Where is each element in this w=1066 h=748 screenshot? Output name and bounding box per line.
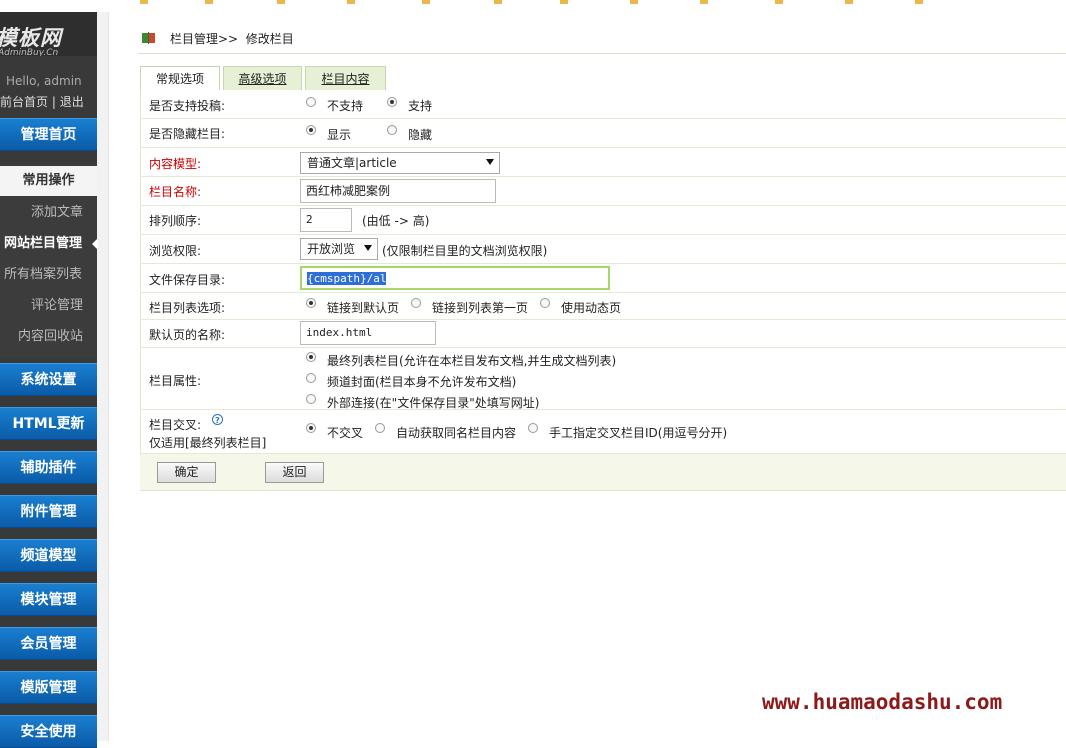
home-link[interactable]: 前台首页 (0, 95, 48, 109)
browse-hint: (仅限制栏目里的文档浏览权限) (382, 244, 548, 258)
submenu-item-all-archives[interactable]: 所有档案列表 (0, 262, 97, 288)
logo: 模板网 AdminBuy.Cn (0, 12, 97, 56)
breadcrumb-parent[interactable]: 栏目管理>> (170, 32, 238, 46)
nav-member-manage[interactable]: 会员管理 (0, 627, 97, 660)
option-hide[interactable]: 隐藏 (408, 126, 432, 143)
row-name: 栏目名称: (140, 177, 1066, 206)
help-icon[interactable]: ? (212, 414, 223, 425)
logout-link[interactable]: 退出 (60, 95, 84, 109)
submenu-item-recycle[interactable]: 内容回收站 (0, 324, 97, 350)
active-arrow-icon (92, 238, 98, 250)
option-external-link[interactable]: 外部连接(在"文件保存目录"处填写网址) (327, 394, 539, 411)
nav-manage-home[interactable]: 管理首页 (0, 118, 97, 151)
label-browse: 浏览权限: (149, 244, 202, 258)
row-hidden: 是否隐藏栏目: (140, 119, 1066, 148)
order-hint: (由低 -> 高) (362, 214, 430, 228)
radio-link-first[interactable] (411, 298, 421, 308)
label-attribute: 栏目属性: (149, 374, 202, 388)
row-model: 内容模型: (140, 148, 1066, 177)
chevron-down-icon (486, 159, 494, 165)
browse-select-value: 开放浏览 (307, 242, 356, 256)
nav-module-manage[interactable]: 模块管理 (0, 583, 97, 616)
radio-manual-cross[interactable] (528, 423, 538, 433)
nav-system-settings[interactable]: 系统设置 (0, 363, 97, 396)
dir-input-selected-text: {cmspath}/al (307, 272, 387, 285)
submenu-heading: 常用操作 (0, 166, 97, 196)
chevron-down-icon (364, 245, 372, 251)
model-select-value: 普通文章|article (307, 156, 397, 170)
nav-attachments[interactable]: 附件管理 (0, 495, 97, 528)
option-auto-cross[interactable]: 自动获取同名栏目内容 (396, 424, 516, 441)
label-order: 排列顺序: (149, 214, 202, 228)
nav-template-manage[interactable]: 模版管理 (0, 671, 97, 704)
radio-dynamic[interactable] (540, 298, 550, 308)
order-input[interactable]: 2 (300, 208, 352, 232)
browse-select[interactable]: 开放浏览 (300, 238, 378, 260)
row-default-page: 默认页的名称: (140, 320, 1066, 348)
option-submit-yes[interactable]: 支持 (408, 97, 432, 114)
option-final-list[interactable]: 最终列表栏目(允许在本栏目发布文档,并生成文档列表) (327, 352, 616, 369)
name-input[interactable]: 西红柿减肥案例 (300, 179, 496, 203)
logo-subtitle: AdminBuy.Cn (0, 48, 59, 56)
option-no-cross[interactable]: 不交叉 (327, 424, 363, 441)
separator: | (51, 95, 56, 109)
option-channel-cover[interactable]: 频道封面(栏目本身不允许发布文档) (327, 373, 516, 390)
back-button[interactable]: 返回 (265, 462, 324, 483)
dir-input[interactable]: {cmspath}/al (300, 266, 610, 290)
option-link-default[interactable]: 链接到默认页 (327, 299, 399, 316)
tab-general[interactable]: 常规选项 (140, 66, 220, 90)
radio-show[interactable] (306, 125, 316, 135)
label-cross: 栏目交叉: (149, 418, 202, 432)
nav-plugins[interactable]: 辅助插件 (0, 451, 97, 484)
label-model: 内容模型: (149, 157, 202, 171)
breadcrumb: 栏目管理>> 修改栏目 (142, 30, 294, 47)
label-hidden: 是否隐藏栏目: (149, 127, 226, 141)
user-links: 前台首页 | 退出 (0, 93, 97, 110)
radio-link-default[interactable] (306, 298, 316, 308)
label-default-page: 默认页的名称: (149, 328, 226, 342)
label-name: 栏目名称: (149, 185, 202, 199)
model-select[interactable]: 普通文章|article (300, 152, 500, 174)
radio-no-cross[interactable] (306, 423, 316, 433)
nav-html-update[interactable]: HTML更新 (0, 407, 97, 440)
radio-channel-cover[interactable] (306, 373, 316, 383)
nav-security[interactable]: 安全使用 (0, 715, 97, 748)
tab-column-content[interactable]: 栏目内容 (305, 66, 386, 90)
option-submit-no[interactable]: 不支持 (327, 97, 363, 114)
breadcrumb-current: 修改栏目 (245, 32, 294, 46)
submenu-item-comments[interactable]: 评论管理 (0, 293, 97, 319)
breadcrumb-divider (138, 53, 1066, 54)
nav-channel-model[interactable]: 频道模型 (0, 539, 97, 572)
label-submit: 是否支持投稿: (149, 99, 226, 113)
submenu-item-add-article[interactable]: 添加文章 (0, 200, 97, 226)
tab-advanced[interactable]: 高级选项 (223, 66, 302, 90)
row-submit: 是否支持投稿: (140, 90, 1066, 119)
top-strip (0, 0, 1066, 12)
option-show[interactable]: 显示 (327, 126, 351, 143)
label-list-options: 栏目列表选项: (149, 301, 226, 315)
radio-submit-no[interactable] (306, 97, 316, 107)
row-order: 排列顺序: (140, 206, 1066, 235)
user-greeting: Hello, admin (6, 74, 82, 88)
sidebar-gutter (97, 12, 109, 741)
book-icon (142, 32, 155, 44)
watermark: www.huamaodashu.com (762, 690, 1003, 714)
row-browse: 浏览权限: (140, 235, 1066, 264)
radio-hide[interactable] (387, 125, 397, 135)
option-link-first[interactable]: 链接到列表第一页 (432, 299, 528, 316)
option-manual-cross[interactable]: 手工指定交叉栏目ID(用逗号分开) (549, 424, 727, 441)
submenu-item-column-manage[interactable]: 网站栏目管理 (0, 231, 97, 257)
option-dynamic[interactable]: 使用动态页 (561, 299, 621, 316)
radio-auto-cross[interactable] (375, 423, 385, 433)
radio-final-list[interactable] (306, 352, 316, 362)
label-cross-note: 仅适用[最终列表栏目] (149, 436, 267, 450)
default-page-input[interactable]: index.html (300, 321, 436, 345)
radio-submit-yes[interactable] (387, 97, 397, 107)
ok-button[interactable]: 确定 (157, 462, 216, 483)
radio-external-link[interactable] (306, 394, 316, 404)
label-dir: 文件保存目录: (149, 273, 226, 287)
